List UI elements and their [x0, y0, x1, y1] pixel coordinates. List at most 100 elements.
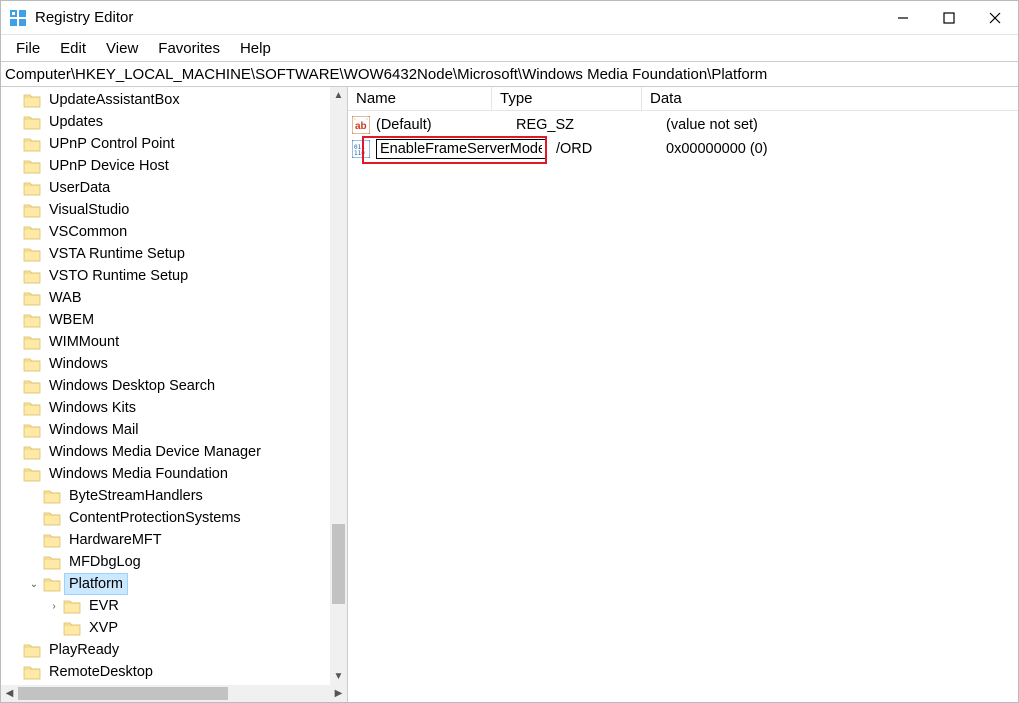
tree-item[interactable]: Windows [1, 353, 347, 375]
values-list-pane: Name Type Data (Default) REG_SZ(value not… [348, 87, 1018, 702]
folder-icon [23, 180, 41, 196]
tree-item-label: VSCommon [45, 222, 131, 242]
list-header: Name Type Data [348, 87, 1018, 111]
tree-item[interactable]: WAB [1, 287, 347, 309]
tree-item[interactable]: UPnP Control Point [1, 133, 347, 155]
tree-item[interactable]: UPnP Device Host [1, 155, 347, 177]
tree-item[interactable]: VSCommon [1, 221, 347, 243]
list-row[interactable]: (Default) REG_SZ(value not set) [348, 113, 1018, 137]
registry-editor-window: Registry Editor File Edit View Favorites… [0, 0, 1019, 703]
value-name-edit-input[interactable] [376, 139, 546, 159]
folder-icon [23, 136, 41, 152]
tree-item-label: PlayReady [45, 640, 123, 660]
list-row[interactable]: /ORD0x00000000 (0) [348, 137, 1018, 161]
tree-item-label: HardwareMFT [65, 530, 166, 550]
maximize-button[interactable] [926, 1, 972, 35]
tree-item[interactable]: Updates [1, 111, 347, 133]
menu-file[interactable]: File [7, 38, 49, 59]
tree-item-label: WAB [45, 288, 86, 308]
tree-item[interactable]: ByteStreamHandlers [1, 485, 347, 507]
tree-item[interactable]: VSTA Runtime Setup [1, 243, 347, 265]
folder-icon [23, 642, 41, 658]
tree-vertical-scrollbar[interactable]: ▲ ▼ [330, 87, 347, 685]
tree-item-label: UPnP Control Point [45, 134, 178, 154]
folder-icon [23, 312, 41, 328]
tree-item-label: Windows Media Foundation [45, 464, 232, 484]
tree-item[interactable]: Windows Kits [1, 397, 347, 419]
tree-horizontal-scrollbar[interactable]: ◀ ▶ [1, 685, 347, 702]
tree-item[interactable]: UpdateAssistantBox [1, 89, 347, 111]
column-header-name[interactable]: Name [348, 87, 492, 110]
scroll-up-arrow-icon[interactable]: ▲ [330, 87, 347, 104]
tree-item[interactable]: PlayReady [1, 639, 347, 661]
main-split: UpdateAssistantBoxUpdatesUPnP Control Po… [1, 87, 1018, 702]
value-name-cell [376, 137, 516, 161]
tree-item[interactable]: ⌄Platform [1, 573, 347, 595]
value-data-cell: (value not set) [666, 113, 1018, 137]
binary-value-icon [352, 140, 370, 158]
folder-icon [63, 598, 81, 614]
folder-icon [23, 444, 41, 460]
hscroll-track[interactable] [18, 685, 330, 702]
hscroll-thumb[interactable] [18, 687, 228, 700]
scroll-right-arrow-icon[interactable]: ▶ [330, 685, 347, 702]
folder-icon [23, 268, 41, 284]
folder-icon [23, 202, 41, 218]
menu-edit[interactable]: Edit [51, 38, 95, 59]
close-button[interactable] [972, 1, 1018, 35]
tree-item-label: ContentProtectionSystems [65, 508, 245, 528]
menu-view[interactable]: View [97, 38, 147, 59]
window-title: Registry Editor [35, 9, 133, 26]
tree-item[interactable]: WBEM [1, 309, 347, 331]
tree-item[interactable]: Windows Media Device Manager [1, 441, 347, 463]
folder-icon [23, 400, 41, 416]
scroll-thumb[interactable] [332, 524, 345, 604]
tree-item[interactable]: HardwareMFT [1, 529, 347, 551]
scroll-track[interactable] [330, 104, 347, 668]
tree-item[interactable]: › EVR [1, 595, 347, 617]
tree-item[interactable]: Windows Desktop Search [1, 375, 347, 397]
minimize-button[interactable] [880, 1, 926, 35]
tree-item[interactable]: VisualStudio [1, 199, 347, 221]
value-data-cell: 0x00000000 (0) [666, 137, 1018, 161]
tree-item[interactable]: WIMMount [1, 331, 347, 353]
menu-help[interactable]: Help [231, 38, 280, 59]
address-bar[interactable]: Computer\HKEY_LOCAL_MACHINE\SOFTWARE\WOW… [1, 61, 1018, 87]
tree-item[interactable]: ContentProtectionSystems [1, 507, 347, 529]
tree-item[interactable]: VSTO Runtime Setup [1, 265, 347, 287]
tree-item-label: EVR [85, 596, 123, 616]
folder-icon [43, 510, 61, 526]
folder-icon [23, 290, 41, 306]
list-body: (Default) REG_SZ(value not set)/ORD0x0000… [348, 111, 1018, 702]
value-type-cell: REG_SZ [516, 113, 666, 137]
folder-icon [23, 158, 41, 174]
expand-icon[interactable]: › [47, 599, 61, 613]
folder-icon [43, 576, 61, 592]
tree-item[interactable]: XVP [1, 617, 347, 639]
folder-icon [43, 532, 61, 548]
column-header-data[interactable]: Data [642, 87, 1018, 110]
tree-item[interactable]: MFDbgLog [1, 551, 347, 573]
tree-item-label: VSTO Runtime Setup [45, 266, 192, 286]
folder-icon [23, 92, 41, 108]
folder-icon [23, 334, 41, 350]
collapse-icon[interactable]: ⌄ [27, 577, 41, 591]
menu-favorites[interactable]: Favorites [149, 38, 229, 59]
tree-item[interactable]: Windows Mail [1, 419, 347, 441]
tree-item[interactable]: Windows Media Foundation [1, 463, 347, 485]
scroll-down-arrow-icon[interactable]: ▼ [330, 668, 347, 685]
folder-icon [43, 554, 61, 570]
column-header-type[interactable]: Type [492, 87, 642, 110]
tree-item[interactable]: UserData [1, 177, 347, 199]
tree-item-label: MFDbgLog [65, 552, 145, 572]
tree-item[interactable]: RemoteDesktop [1, 661, 347, 683]
value-name-label: (Default) [376, 117, 432, 133]
folder-icon [23, 378, 41, 394]
menubar: File Edit View Favorites Help [1, 35, 1018, 61]
titlebar: Registry Editor [1, 1, 1018, 35]
folder-icon [23, 664, 41, 680]
registry-tree[interactable]: UpdateAssistantBoxUpdatesUPnP Control Po… [1, 87, 347, 683]
tree-item-label: VSTA Runtime Setup [45, 244, 189, 264]
scroll-left-arrow-icon[interactable]: ◀ [1, 685, 18, 702]
folder-icon [23, 114, 41, 130]
